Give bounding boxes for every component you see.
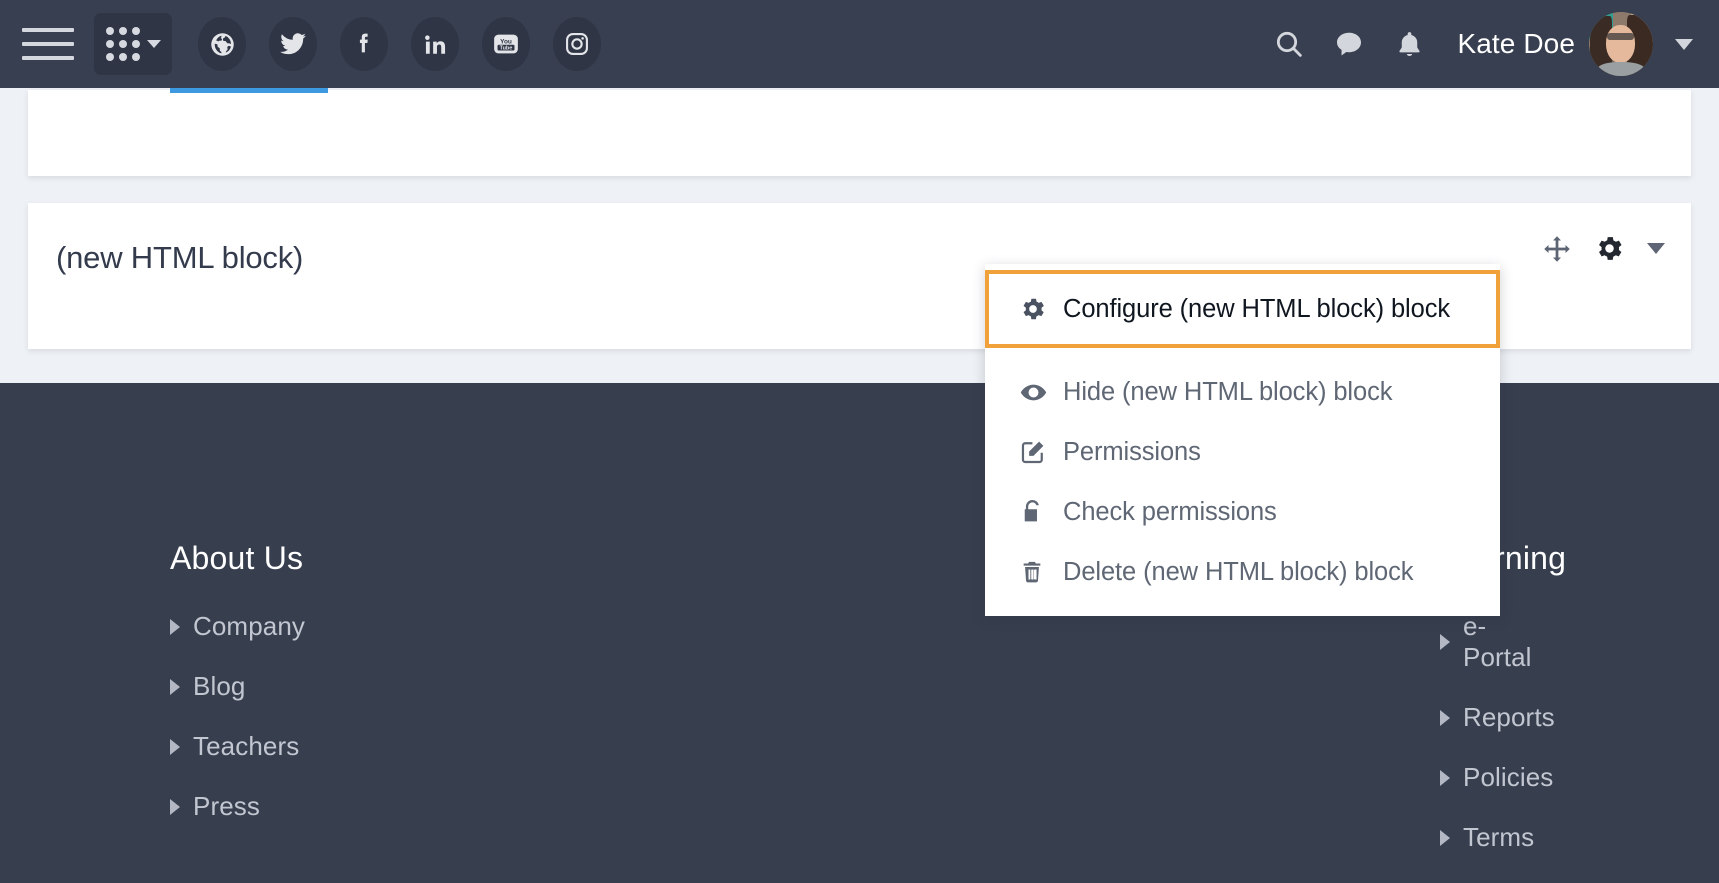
navbar-left-group: You Tube xyxy=(0,13,601,75)
menu-item-label: Configure (new HTML block) block xyxy=(1063,294,1450,323)
svg-text:Tube: Tube xyxy=(500,45,513,51)
caret-right-icon xyxy=(1440,769,1450,786)
search-icon[interactable] xyxy=(1259,14,1319,74)
caret-right-icon xyxy=(1440,634,1450,650)
move-icon[interactable] xyxy=(1542,234,1572,264)
notifications-icon[interactable] xyxy=(1379,14,1439,74)
gear-icon[interactable] xyxy=(1594,233,1625,264)
menu-item-hide[interactable]: Hide (new HTML block) block xyxy=(985,362,1500,422)
active-tab-indicator xyxy=(170,88,328,93)
apps-grid-icon xyxy=(105,27,140,61)
footer-link-label: Blog xyxy=(193,671,246,701)
hamburger-bar xyxy=(22,56,74,60)
footer-heading-about-us: About Us xyxy=(170,540,304,576)
footer-link-label: Policies xyxy=(1463,762,1554,792)
menu-item-delete[interactable]: Delete (new HTML block) block xyxy=(985,542,1500,602)
svg-text:You: You xyxy=(500,38,512,45)
footer-link-label: Reports xyxy=(1463,702,1555,732)
caret-right-icon xyxy=(1440,709,1450,726)
page-body: (new HTML block) About Us Company Blog T… xyxy=(0,88,1719,883)
navbar-right-group: Kate Doe xyxy=(1259,12,1719,76)
footer-link-teachers[interactable]: Teachers xyxy=(170,731,720,762)
caret-right-icon xyxy=(170,798,180,815)
hamburger-bar xyxy=(22,28,74,32)
block-action-menu: Configure (new HTML block) block Hide (n… xyxy=(985,264,1500,616)
caret-right-icon xyxy=(170,618,180,635)
menu-item-permissions[interactable]: Permissions xyxy=(985,422,1500,482)
footer-link-label: Terms xyxy=(1463,822,1535,852)
content-card-above xyxy=(28,90,1691,176)
caret-right-icon xyxy=(1440,829,1450,846)
apps-grid-button[interactable] xyxy=(94,13,172,75)
user-menu-chevron-down-icon[interactable] xyxy=(1675,38,1693,50)
menu-spacer xyxy=(985,348,1500,362)
chevron-down-icon xyxy=(146,40,161,48)
globe-icon[interactable] xyxy=(198,17,246,71)
unlock-icon xyxy=(1019,498,1063,526)
footer-link-blog[interactable]: Blog xyxy=(170,671,720,702)
top-navbar: You Tube Kate Doe xyxy=(0,0,1719,88)
instagram-icon[interactable] xyxy=(553,17,601,71)
menu-item-label: Hide (new HTML block) block xyxy=(1063,377,1393,406)
caret-right-icon xyxy=(170,678,180,695)
menu-spacer-bottom xyxy=(985,602,1500,616)
menu-item-label: Check permissions xyxy=(1063,497,1277,526)
eye-icon xyxy=(1019,378,1063,407)
footer-column-about-us: About Us Company Blog Teachers Press xyxy=(0,383,720,882)
menu-item-label: Permissions xyxy=(1063,437,1201,466)
user-name-label: Kate Doe xyxy=(1457,28,1575,59)
pencil-square-icon xyxy=(1019,438,1063,466)
footer-link-label: Teachers xyxy=(193,731,300,761)
footer-link-label: Company xyxy=(193,611,305,641)
linkedin-icon[interactable] xyxy=(411,17,459,71)
footer-link-company[interactable]: Company xyxy=(170,611,720,642)
social-links-group: You Tube xyxy=(198,17,601,71)
block-menu-chevron-down-icon[interactable] xyxy=(1647,243,1665,254)
gear-icon xyxy=(1019,295,1063,323)
footer-link-label: Press xyxy=(193,791,260,821)
footer-link-label: e-Portal xyxy=(1463,611,1532,672)
trash-icon xyxy=(1019,558,1063,586)
facebook-icon[interactable] xyxy=(340,17,388,71)
messages-icon[interactable] xyxy=(1319,14,1379,74)
caret-right-icon xyxy=(170,738,180,755)
twitter-icon[interactable] xyxy=(269,17,317,71)
youtube-icon[interactable]: You Tube xyxy=(482,17,530,71)
hamburger-bar xyxy=(22,42,74,46)
hamburger-icon[interactable] xyxy=(22,22,74,66)
footer-link-press[interactable]: Press xyxy=(170,791,720,822)
page-title: (new HTML block) xyxy=(56,240,304,275)
menu-item-label: Delete (new HTML block) block xyxy=(1063,557,1414,586)
block-actions xyxy=(1542,233,1665,264)
menu-item-configure[interactable]: Configure (new HTML block) block xyxy=(985,270,1500,348)
avatar[interactable] xyxy=(1589,12,1653,76)
menu-item-check-permissions[interactable]: Check permissions xyxy=(985,482,1500,542)
